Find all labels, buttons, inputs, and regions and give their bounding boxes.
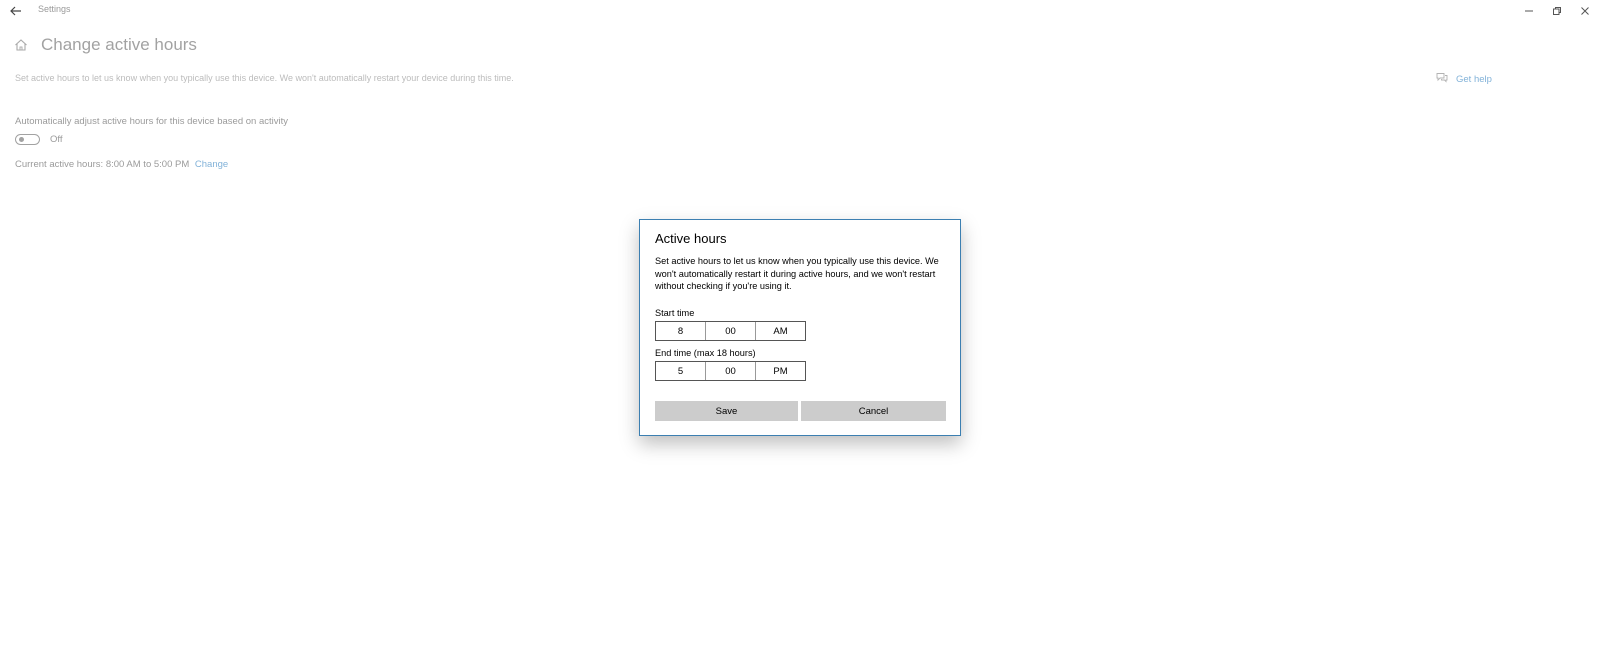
dialog-title: Active hours — [655, 231, 727, 246]
current-hours-text: Current active hours: 8:00 AM to 5:00 PM — [15, 159, 190, 170]
end-time-picker[interactable]: 5 00 PM — [655, 361, 806, 381]
home-icon[interactable] — [13, 37, 29, 53]
page-description: Set active hours to let us know when you… — [15, 73, 514, 83]
get-help-link[interactable]: Get help — [1436, 72, 1492, 86]
end-hour[interactable]: 5 — [656, 362, 706, 380]
end-time-label: End time (max 18 hours) — [655, 348, 756, 358]
start-time-label: Start time — [655, 308, 695, 318]
start-time-picker[interactable]: 8 00 AM — [655, 321, 806, 341]
dialog-description: Set active hours to let us know when you… — [655, 256, 939, 291]
auto-adjust-toggle[interactable] — [15, 134, 40, 145]
restore-icon[interactable] — [1546, 2, 1568, 20]
close-icon[interactable] — [1574, 2, 1596, 20]
help-chat-icon — [1436, 72, 1448, 86]
minimize-icon[interactable] — [1518, 2, 1540, 20]
page-title: Change active hours — [41, 35, 197, 54]
toggle-knob — [19, 137, 24, 142]
save-button[interactable]: Save — [655, 401, 798, 421]
start-hour[interactable]: 8 — [656, 322, 706, 340]
change-link[interactable]: Change — [195, 159, 228, 170]
end-period[interactable]: PM — [756, 362, 805, 380]
start-period[interactable]: AM — [756, 322, 805, 340]
get-help-label[interactable]: Get help — [1456, 74, 1492, 85]
start-minute[interactable]: 00 — [706, 322, 756, 340]
settings-window: Settings Change active hours Set active … — [0, 0, 1600, 654]
toggle-state-label: Off — [50, 134, 63, 145]
back-arrow-icon[interactable] — [7, 2, 25, 20]
current-active-hours: Current active hours: 8:00 AM to 5:00 PM… — [15, 159, 228, 170]
cancel-button[interactable]: Cancel — [801, 401, 946, 421]
active-hours-dialog: Active hours Set active hours to let us … — [639, 219, 961, 436]
auto-adjust-label: Automatically adjust active hours for th… — [15, 116, 288, 127]
end-minute[interactable]: 00 — [706, 362, 756, 380]
app-title: Settings — [38, 4, 71, 14]
title-bar: Settings — [0, 0, 1600, 22]
